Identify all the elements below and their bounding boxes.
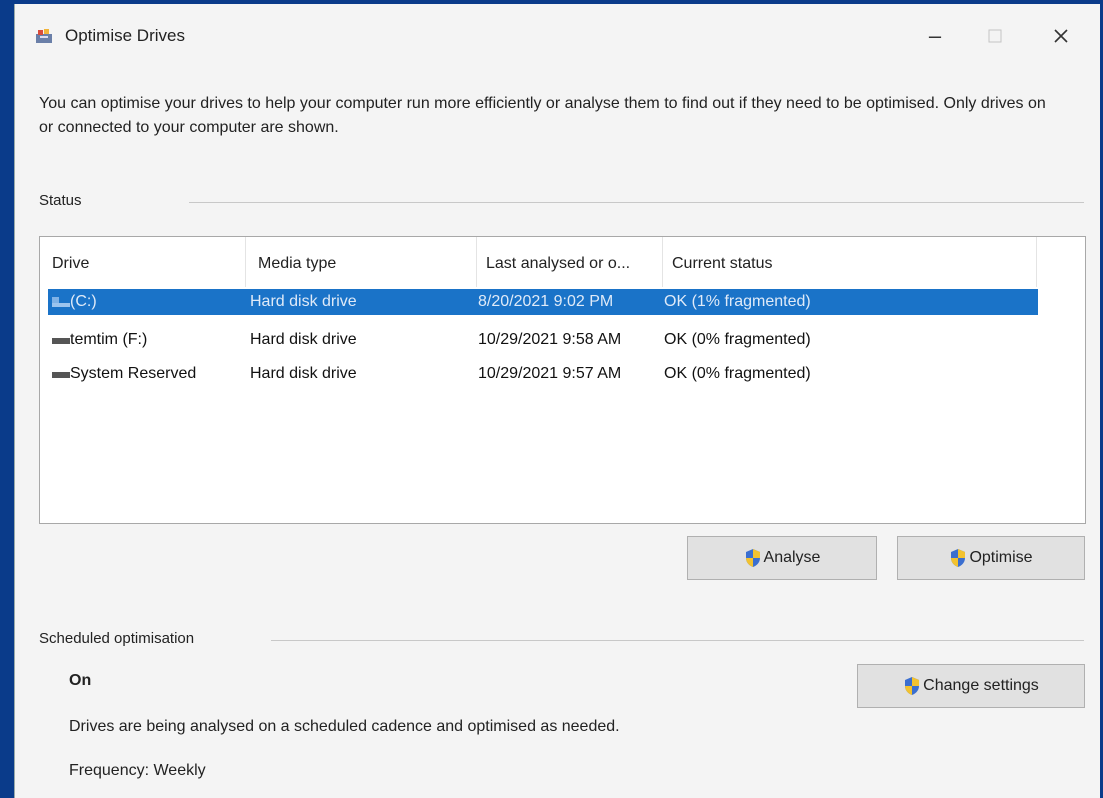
analyse-button[interactable]: Analyse — [687, 536, 877, 580]
uac-shield-icon — [951, 549, 966, 567]
column-current-status[interactable]: Current status — [672, 255, 772, 273]
schedule-frequency: Frequency: Weekly — [69, 762, 206, 779]
change-settings-label: Change settings — [923, 677, 1039, 694]
maximize-icon — [988, 29, 1002, 43]
minimize-icon: – — [928, 23, 942, 48]
close-icon — [1054, 29, 1068, 43]
column-separator[interactable] — [1036, 237, 1037, 287]
system-drive-icon — [52, 297, 70, 307]
drive-name: System Reserved — [70, 365, 197, 382]
drive-current-status: OK (0% fragmented) — [664, 365, 811, 382]
drives-list[interactable]: Drive Media type Last analysed or o... C… — [39, 236, 1086, 524]
schedule-state: On — [69, 672, 92, 689]
drive-media-type: Hard disk drive — [250, 331, 357, 348]
drive-name: temtim (F:) — [70, 331, 148, 348]
optimise-drives-window: Optimise Drives – You can optimise your … — [14, 4, 1100, 798]
minimize-button[interactable]: – — [910, 14, 960, 58]
drive-row-c[interactable]: (C:) Hard disk drive 8/20/2021 9:02 PM O… — [48, 289, 1038, 315]
hard-drive-icon — [52, 372, 70, 378]
maximize-button[interactable] — [970, 14, 1020, 58]
drive-name: (C:) — [70, 293, 97, 310]
close-button[interactable] — [1036, 14, 1086, 58]
uac-shield-icon — [905, 677, 920, 695]
status-label: Status — [39, 192, 82, 209]
defrag-app-icon — [36, 29, 52, 43]
change-settings-button[interactable]: Change settings — [857, 664, 1085, 708]
column-media-type[interactable]: Media type — [258, 255, 336, 273]
drive-last-analysed: 8/20/2021 9:02 PM — [478, 293, 614, 310]
column-drive[interactable]: Drive — [52, 255, 89, 273]
window-title: Optimise Drives — [65, 26, 185, 45]
drive-row-system-reserved[interactable]: System Reserved Hard disk drive 10/29/20… — [48, 361, 1038, 387]
column-separator[interactable] — [245, 237, 246, 287]
uac-shield-icon — [745, 549, 760, 567]
drive-last-analysed: 10/29/2021 9:57 AM — [478, 365, 622, 382]
hard-drive-icon — [52, 338, 70, 344]
drive-current-status: OK (0% fragmented) — [664, 331, 811, 348]
drive-last-analysed: 10/29/2021 9:58 AM — [478, 331, 622, 348]
drive-current-status: OK (1% fragmented) — [664, 293, 811, 310]
column-separator[interactable] — [662, 237, 663, 287]
drive-media-type: Hard disk drive — [250, 365, 357, 382]
column-separator[interactable] — [476, 237, 477, 287]
schedule-detail: Drives are being analysed on a scheduled… — [69, 718, 620, 735]
scheduled-optimisation-label: Scheduled optimisation — [39, 630, 195, 647]
description-text: You can optimise your drives to help you… — [39, 95, 1046, 136]
drive-media-type: Hard disk drive — [250, 293, 357, 310]
title-bar[interactable]: Optimise Drives – — [15, 4, 1100, 64]
drive-row-f[interactable]: temtim (F:) Hard disk drive 10/29/2021 9… — [48, 327, 1038, 353]
scheduled-divider — [271, 640, 1084, 641]
status-divider — [189, 202, 1084, 203]
column-last-analysed[interactable]: Last analysed or o... — [486, 255, 630, 273]
optimise-button[interactable]: Optimise — [897, 536, 1085, 580]
analyse-label: Analyse — [763, 549, 821, 566]
list-header: Drive Media type Last analysed or o... C… — [40, 237, 1085, 287]
optimise-label: Optimise — [969, 549, 1033, 566]
